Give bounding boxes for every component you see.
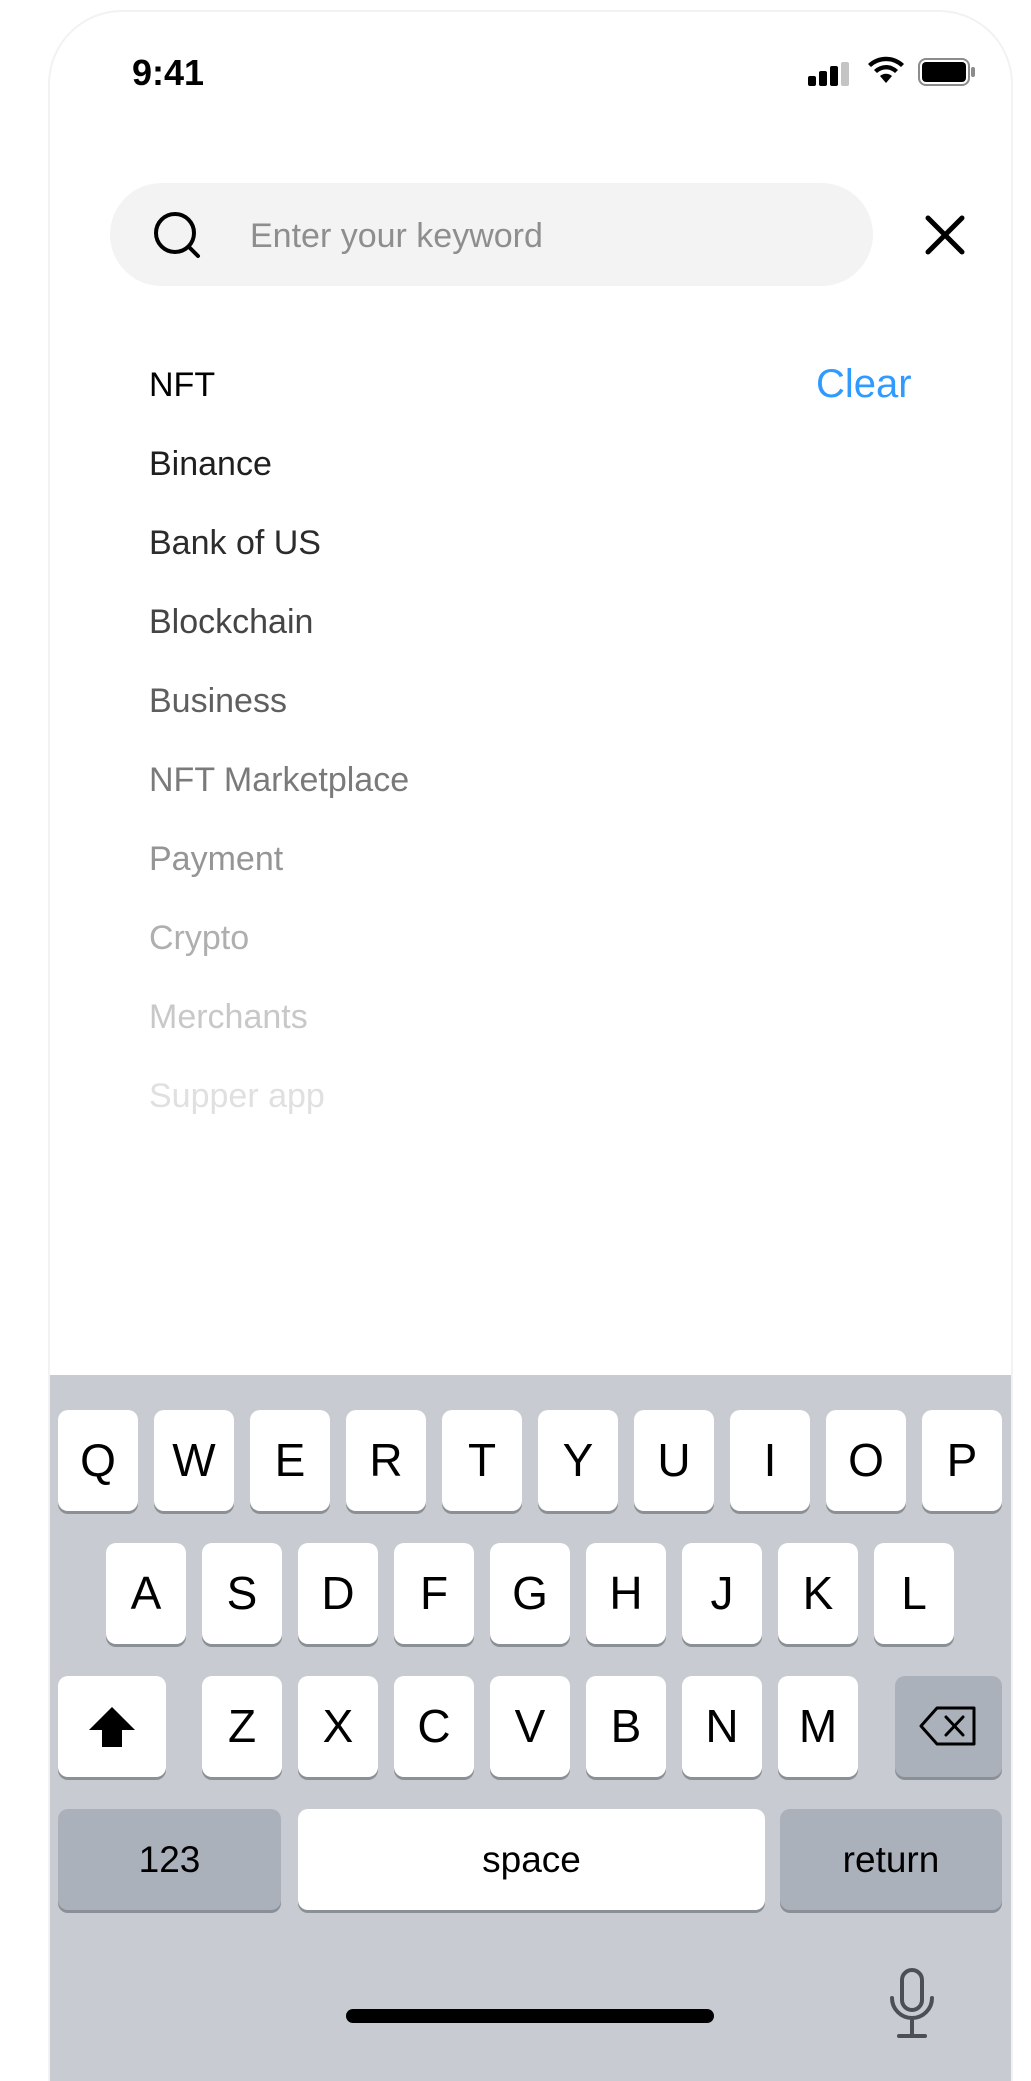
close-icon[interactable] [922, 212, 968, 258]
search-input[interactable] [248, 205, 832, 267]
key-j[interactable]: J [682, 1543, 762, 1644]
search-icon [154, 212, 200, 258]
key-o[interactable]: O [826, 1410, 906, 1511]
clear-history-button[interactable]: Clear [816, 362, 912, 407]
key-e[interactable]: E [250, 1410, 330, 1511]
key-w[interactable]: W [154, 1410, 234, 1511]
key-i[interactable]: I [730, 1410, 810, 1511]
key-t[interactable]: T [442, 1410, 522, 1511]
key-f[interactable]: F [394, 1543, 474, 1644]
status-time: 9:41 [132, 52, 205, 93]
backspace-key[interactable] [895, 1676, 1002, 1777]
key-u[interactable]: U [634, 1410, 714, 1511]
history-item[interactable]: Merchants [149, 997, 308, 1037]
shift-key[interactable] [58, 1676, 166, 1777]
key-c[interactable]: C [394, 1676, 474, 1777]
key-r[interactable]: R [346, 1410, 426, 1511]
search-bar[interactable] [110, 183, 873, 286]
key-m[interactable]: M [778, 1676, 858, 1777]
numbers-key[interactable]: 123 [58, 1809, 281, 1910]
key-s[interactable]: S [202, 1543, 282, 1644]
signal-icon [808, 62, 850, 86]
key-y[interactable]: Y [538, 1410, 618, 1511]
history-item[interactable]: Binance [149, 444, 272, 484]
history-item[interactable]: NFT Marketplace [149, 760, 409, 800]
shift-icon [89, 1707, 135, 1747]
phone-screen: 9:41 NFT Clear Binance Bank [50, 12, 1011, 2081]
history-item[interactable]: Business [149, 681, 287, 721]
key-a[interactable]: A [106, 1543, 186, 1644]
backspace-icon [919, 1706, 976, 1746]
home-indicator [346, 2009, 714, 2023]
history-item[interactable]: Blockchain [149, 602, 313, 642]
key-p[interactable]: P [922, 1410, 1002, 1511]
key-h[interactable]: H [586, 1543, 666, 1644]
keyboard: Q W E R T Y U I O P A S D F G H J K L Z … [50, 1375, 1011, 2081]
key-q[interactable]: Q [58, 1410, 138, 1511]
key-b[interactable]: B [586, 1676, 666, 1777]
return-key[interactable]: return [780, 1809, 1002, 1910]
key-v[interactable]: V [490, 1676, 570, 1777]
history-item[interactable]: NFT [149, 365, 215, 405]
history-item[interactable]: Crypto [149, 918, 249, 958]
history-item[interactable]: Supper app [149, 1076, 325, 1116]
key-x[interactable]: X [298, 1676, 378, 1777]
battery-icon [918, 58, 975, 86]
history-item[interactable]: Payment [149, 839, 283, 879]
history-item[interactable]: Bank of US [149, 523, 321, 563]
space-key[interactable]: space [298, 1809, 765, 1910]
key-g[interactable]: G [490, 1543, 570, 1644]
key-d[interactable]: D [298, 1543, 378, 1644]
key-n[interactable]: N [682, 1676, 762, 1777]
key-k[interactable]: K [778, 1543, 858, 1644]
key-l[interactable]: L [874, 1543, 954, 1644]
status-icons [808, 56, 988, 92]
key-z[interactable]: Z [202, 1676, 282, 1777]
microphone-icon[interactable] [887, 1968, 937, 2042]
wifi-icon [868, 56, 904, 83]
